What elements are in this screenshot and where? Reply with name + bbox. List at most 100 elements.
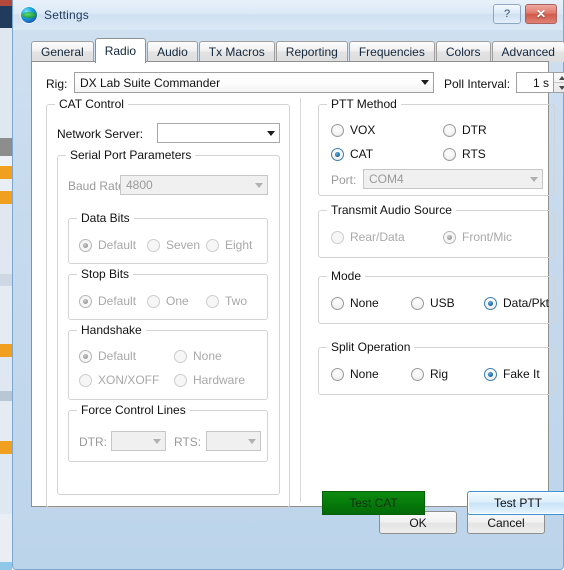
stop-bits-title: Stop Bits xyxy=(77,267,133,281)
rig-select-value: DX Lab Suite Commander xyxy=(75,76,416,90)
chevron-down-icon[interactable] xyxy=(416,73,433,92)
radio-dot-icon xyxy=(331,124,344,137)
serial-port-parameters-title: Serial Port Parameters xyxy=(66,148,195,162)
radio-dot-icon xyxy=(79,239,92,252)
radio-stop-bits-one[interactable]: One xyxy=(147,294,189,308)
split-operation-title: Split Operation xyxy=(327,340,414,354)
radio-dot-icon xyxy=(331,297,344,310)
radio-dot-icon xyxy=(331,231,344,244)
radio-label: VOX xyxy=(350,123,375,137)
chevron-down-icon[interactable] xyxy=(525,170,542,188)
settings-window: Settings ? ✕ General Radio Audio Tx Macr… xyxy=(12,0,564,570)
tab-colors[interactable]: Colors xyxy=(436,41,491,62)
chevron-down-icon[interactable] xyxy=(148,432,165,450)
radio-dot-icon xyxy=(484,368,497,381)
radio-label: Hardware xyxy=(193,373,245,387)
radio-mode-none[interactable]: None xyxy=(331,296,379,310)
ptt-port-value: COM4 xyxy=(364,172,525,186)
transmit-audio-source-group: Transmit Audio Source Rear/Data Front/Mi… xyxy=(318,210,555,258)
radio-dot-icon xyxy=(174,350,187,363)
radio-handshake-none[interactable]: None xyxy=(174,349,222,363)
tab-tx-macros[interactable]: Tx Macros xyxy=(199,41,275,62)
radio-label: Default xyxy=(98,294,136,308)
baud-rate-value: 4800 xyxy=(121,178,250,192)
radio-audio-rear-data[interactable]: Rear/Data xyxy=(331,230,405,244)
radio-data-bits-default[interactable]: Default xyxy=(79,238,136,252)
radio-ptt-vox[interactable]: VOX xyxy=(331,123,375,137)
chevron-down-icon[interactable] xyxy=(243,432,260,450)
rts-label: RTS: xyxy=(174,435,201,449)
poll-interval-label: Poll Interval: xyxy=(444,77,510,91)
radio-dot-icon xyxy=(331,368,344,381)
radio-stop-bits-default[interactable]: Default xyxy=(79,294,136,308)
ptt-method-group: PTT Method VOX DTR CAT RTS Port: COM4 xyxy=(318,104,555,196)
data-bits-title: Data Bits xyxy=(77,211,134,225)
radio-label: Fake It xyxy=(503,367,540,381)
serial-port-parameters-group: Serial Port Parameters Baud Rate: 4800 D… xyxy=(57,155,280,495)
tab-audio[interactable]: Audio xyxy=(147,41,198,62)
poll-interval-stepper[interactable] xyxy=(554,72,564,93)
close-icon[interactable]: ✕ xyxy=(525,4,557,24)
column-divider xyxy=(300,98,301,502)
radio-ptt-cat[interactable]: CAT xyxy=(331,147,373,161)
radio-tab-panel: Rig: DX Lab Suite Commander Poll Interva… xyxy=(31,61,549,507)
radio-audio-front-mic[interactable]: Front/Mic xyxy=(443,230,512,244)
tab-radio[interactable]: Radio xyxy=(95,38,146,63)
radio-ptt-dtr[interactable]: DTR xyxy=(443,123,487,137)
stepper-up-icon[interactable] xyxy=(554,73,564,83)
radio-split-rig[interactable]: Rig xyxy=(411,367,448,381)
radio-label: CAT xyxy=(350,147,373,161)
network-server-select[interactable] xyxy=(157,123,280,143)
transmit-audio-source-title: Transmit Audio Source xyxy=(327,203,456,217)
force-control-lines-group: Force Control Lines DTR: RTS: xyxy=(68,410,268,462)
radio-label: Two xyxy=(225,294,247,308)
radio-label: Eight xyxy=(225,238,252,252)
rig-label: Rig: xyxy=(46,77,67,91)
radio-split-fake-it[interactable]: Fake It xyxy=(484,367,540,381)
radio-ptt-rts[interactable]: RTS xyxy=(443,147,486,161)
help-button[interactable]: ? xyxy=(493,4,521,24)
force-control-lines-title: Force Control Lines xyxy=(77,403,190,417)
radio-data-bits-eight[interactable]: Eight xyxy=(206,238,252,252)
split-operation-group: Split Operation None Rig Fake It xyxy=(318,347,555,395)
test-ptt-button[interactable]: Test PTT xyxy=(467,491,564,515)
radio-dot-icon xyxy=(484,297,497,310)
stepper-down-icon[interactable] xyxy=(554,83,564,92)
radio-data-bits-seven[interactable]: Seven xyxy=(147,238,200,252)
tab-general[interactable]: General xyxy=(31,41,94,62)
dtr-select[interactable] xyxy=(111,431,166,451)
radio-mode-usb[interactable]: USB xyxy=(411,296,455,310)
baud-rate-select[interactable]: 4800 xyxy=(120,175,268,195)
test-cat-button[interactable]: Test CAT xyxy=(322,491,425,515)
radio-dot-icon xyxy=(443,124,456,137)
radio-label: None xyxy=(193,349,222,363)
radio-dot-icon xyxy=(147,295,160,308)
tab-advanced[interactable]: Advanced xyxy=(492,41,564,62)
chevron-down-icon[interactable] xyxy=(250,176,267,194)
radio-label: Rig xyxy=(430,367,448,381)
radio-dot-icon xyxy=(411,297,424,310)
handshake-title: Handshake xyxy=(77,323,146,337)
poll-interval-input[interactable]: 1 s xyxy=(516,72,554,93)
radio-handshake-default[interactable]: Default xyxy=(79,349,136,363)
radio-dot-icon xyxy=(411,368,424,381)
radio-stop-bits-two[interactable]: Two xyxy=(206,294,247,308)
radio-mode-data-pkt[interactable]: Data/Pkt xyxy=(484,296,549,310)
tab-reporting[interactable]: Reporting xyxy=(276,41,348,62)
radio-handshake-hardware[interactable]: Hardware xyxy=(174,373,245,387)
rts-select[interactable] xyxy=(206,431,261,451)
radio-dot-icon xyxy=(79,350,92,363)
tab-frequencies[interactable]: Frequencies xyxy=(349,41,435,62)
ptt-port-select[interactable]: COM4 xyxy=(363,169,543,189)
radio-label: RTS xyxy=(462,147,486,161)
radio-handshake-xon-xoff[interactable]: XON/XOFF xyxy=(79,373,159,387)
tab-bar: General Radio Audio Tx Macros Reporting … xyxy=(31,38,549,62)
radio-split-none[interactable]: None xyxy=(331,367,379,381)
radio-dot-icon xyxy=(206,295,219,308)
title-bar[interactable]: Settings ? ✕ xyxy=(13,0,563,30)
rig-select[interactable]: DX Lab Suite Commander xyxy=(74,72,434,93)
radio-dot-icon xyxy=(79,295,92,308)
chevron-down-icon[interactable] xyxy=(262,124,279,142)
radio-label: One xyxy=(166,294,189,308)
radio-label: XON/XOFF xyxy=(98,373,159,387)
